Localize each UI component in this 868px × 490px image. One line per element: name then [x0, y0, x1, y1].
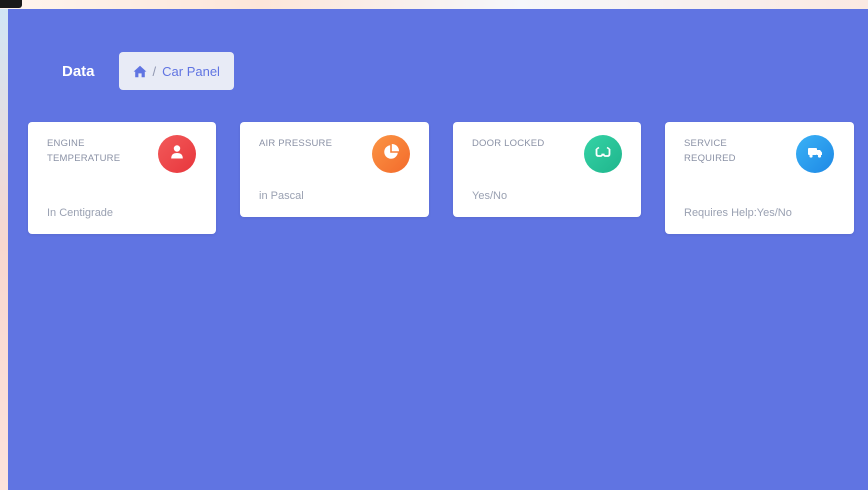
- corner-mark: [0, 0, 22, 8]
- card-icon-badge: [584, 135, 622, 173]
- card-subtitle: in Pascal: [259, 190, 304, 202]
- page-title: Data: [62, 62, 95, 80]
- card-label: AIR PRESSURE: [259, 136, 367, 151]
- card-subtitle: Requires Help:Yes/No: [684, 207, 792, 219]
- card-subtitle: Yes/No: [472, 190, 508, 202]
- card-label-line1: ENGINE: [47, 138, 85, 149]
- card-label-line2: REQUIRED: [684, 153, 736, 164]
- breadcrumb: / Car Panel: [118, 52, 234, 90]
- card-label-line1: DOOR LOCKED: [472, 138, 545, 149]
- card-icon-badge: [158, 135, 196, 173]
- left-background-strip: [0, 0, 8, 490]
- card-label-line2: TEMPERATURE: [47, 153, 121, 164]
- card-label: DOOR LOCKED: [472, 136, 580, 151]
- service-required-card[interactable]: SERVICE REQUIRED Requires Help:Yes/No: [665, 122, 854, 234]
- card-icon-badge: [796, 135, 834, 173]
- card-label: ENGINE TEMPERATURE: [47, 136, 155, 166]
- top-background-strip: [0, 0, 868, 9]
- user-icon: [168, 143, 186, 166]
- breadcrumb-separator: /: [152, 63, 157, 79]
- card-label: SERVICE REQUIRED: [684, 136, 792, 166]
- home-icon[interactable]: [133, 65, 147, 78]
- card-label-line1: AIR PRESSURE: [259, 138, 333, 149]
- air-pressure-card[interactable]: AIR PRESSURE in Pascal: [240, 122, 429, 217]
- page-header: Data / Car Panel: [62, 52, 234, 90]
- card-icon-badge: [372, 135, 410, 173]
- truck-icon: [806, 143, 824, 166]
- engine-temperature-card[interactable]: ENGINE TEMPERATURE In Centigrade: [28, 122, 216, 234]
- pie-chart-icon: [382, 143, 400, 166]
- door-locked-card[interactable]: DOOR LOCKED Yes/No: [453, 122, 641, 217]
- dashboard-panel: Data / Car Panel ENGINE TEMPERATURE In C…: [8, 9, 868, 490]
- breadcrumb-current[interactable]: Car Panel: [162, 64, 220, 79]
- card-subtitle: In Centigrade: [47, 207, 114, 219]
- card-label-line1: SERVICE: [684, 138, 727, 149]
- glasses-icon: [594, 143, 612, 166]
